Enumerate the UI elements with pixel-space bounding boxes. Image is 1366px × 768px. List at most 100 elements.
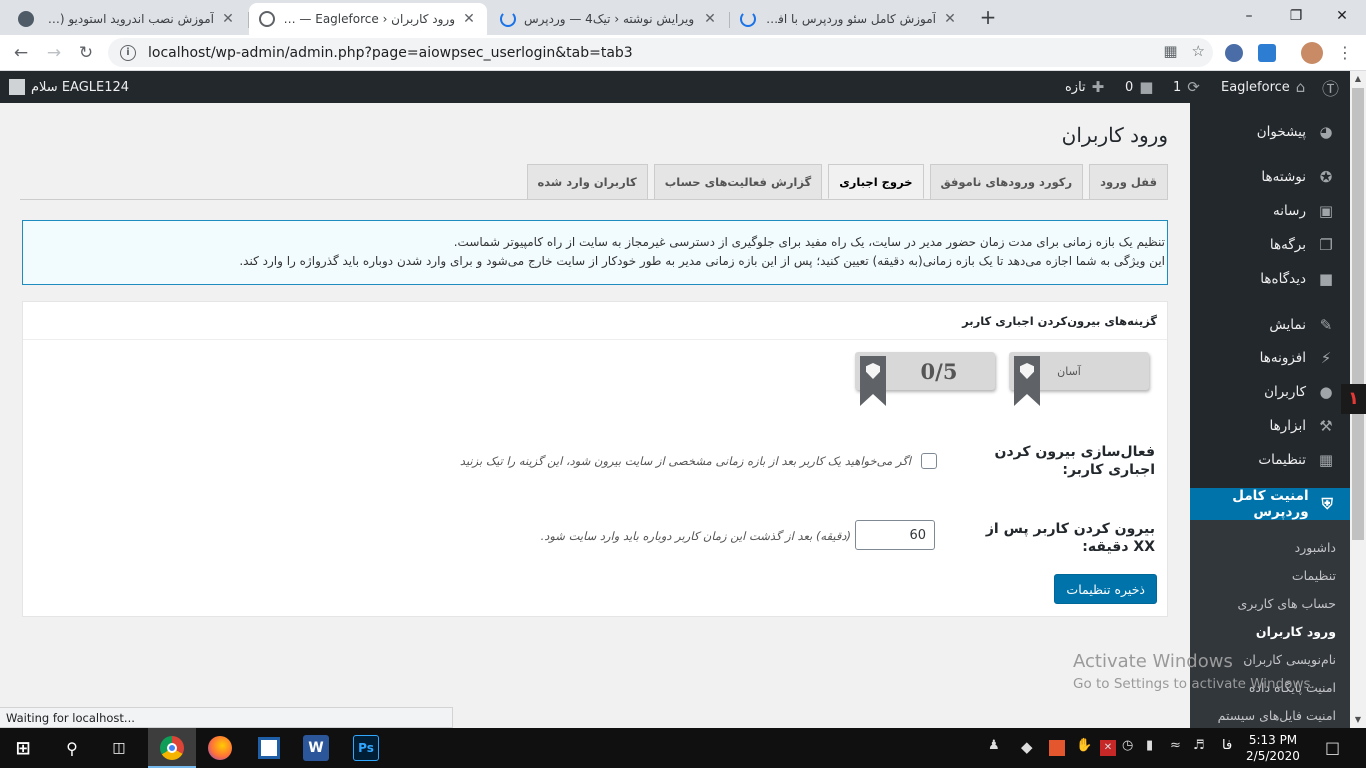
new-content[interactable]: تازه ✚	[1065, 71, 1104, 103]
wp-logo-link[interactable]: Ⓣ	[1322, 71, 1339, 103]
site-name-link[interactable]: Eagleforce ⌂	[1221, 71, 1305, 103]
terminal-icon[interactable]	[254, 733, 284, 763]
shield-ribbon-icon	[1014, 356, 1040, 406]
volume-icon[interactable]: ♬	[1193, 738, 1205, 753]
extension-download-icon[interactable]	[1258, 44, 1276, 62]
comments-count: 0	[1125, 79, 1134, 95]
new-tab-button[interactable]: +	[976, 6, 1000, 30]
close-icon[interactable]: ✕	[461, 11, 477, 27]
scroll-down-icon[interactable]: ▼	[1350, 712, 1366, 728]
translate-icon[interactable]: ▦	[1163, 42, 1177, 60]
tray-antivirus-icon[interactable]: ✕	[1100, 740, 1116, 756]
word-icon[interactable]: W	[303, 735, 329, 761]
taskbar-clock[interactable]: 5:13 PM 2/5/2020	[1243, 732, 1303, 764]
plus-icon: ✚	[1091, 78, 1105, 96]
people-icon[interactable]: ♟	[988, 738, 1000, 753]
pages-icon: ❐	[1319, 236, 1333, 254]
sidebar-item-label: پیشخوان	[1256, 124, 1306, 140]
tray-hand-icon[interactable]: ✋	[1076, 738, 1092, 753]
tab-title: ورود کاربران ‹ Eagleforce — وردپرس	[283, 12, 455, 26]
submenu-user-accounts[interactable]: حساب های کاربری	[1190, 589, 1350, 617]
maximize-icon[interactable]: ❐	[1276, 4, 1316, 28]
site-name: Eagleforce	[1221, 79, 1290, 95]
logout-minutes-desc: (دقیقه) بعد از گذشت این زمان کاربر دوبار…	[540, 529, 851, 543]
sidebar-item-pages[interactable]: ❐ برگه‌ها	[1190, 228, 1350, 262]
save-settings-button[interactable]: ذخیره تنظیمات	[1054, 574, 1157, 604]
submenu-user-login[interactable]: ورود کاربران	[1190, 617, 1350, 645]
my-account[interactable]: سلام EAGLE124	[9, 71, 129, 103]
sidebar-item-comments[interactable]: ■ دیدگاه‌ها	[1190, 262, 1350, 296]
logout-minutes-input[interactable]	[855, 520, 935, 550]
star-icon[interactable]: ☆	[1192, 42, 1205, 60]
dashboard-icon: ◕	[1319, 123, 1333, 141]
language-indicator[interactable]: فا	[1222, 738, 1232, 753]
sidebar-item-users[interactable]: ● کاربران	[1190, 375, 1350, 409]
windows-taskbar: ⊞ ⚲ ◫ W Ps ♟ ◆ ✋ ✕ ◷ ▮ ≈ ♬ فا 5:13 PM 2/…	[0, 728, 1366, 768]
sidebar-item-settings[interactable]: ▦ تنظیمات	[1190, 443, 1350, 477]
tab-account-activity-logs[interactable]: گزارش فعالیت‌های حساب	[653, 164, 823, 199]
tab-force-logout[interactable]: خروج اجباری	[828, 164, 924, 199]
comments-icon: ■	[1318, 270, 1334, 288]
close-icon[interactable]: ✕	[702, 11, 718, 27]
wordpress-logo-icon: Ⓣ	[1322, 79, 1339, 100]
browser-tab-1[interactable]: آموزش نصب اندروید استودیو (Studio ✕	[8, 3, 246, 35]
scroll-thumb[interactable]	[1352, 88, 1364, 540]
browser-tab-2[interactable]: ورود کاربران ‹ Eagleforce — وردپرس ✕	[249, 3, 487, 35]
sidebar-item-posts[interactable]: ✪ نوشته‌ها	[1190, 160, 1350, 194]
submenu-dashboard[interactable]: داشبورد	[1190, 533, 1350, 561]
reload-icon[interactable]: ↻	[74, 41, 98, 65]
search-icon[interactable]: ⚲	[57, 733, 87, 763]
sidebar-item-label: نوشته‌ها	[1261, 169, 1306, 185]
task-view-icon[interactable]: ◫	[104, 733, 134, 763]
scroll-up-icon[interactable]: ▲	[1350, 71, 1366, 87]
browser-tab-3[interactable]: ویرایش نوشته ‹ تیک4 — وردپرس ✕	[490, 3, 728, 35]
tray-app-icon[interactable]	[1049, 740, 1065, 756]
url-text[interactable]: localhost/wp-admin/admin.php?page=aiowps…	[148, 45, 633, 61]
submenu-filesystem-security[interactable]: امنیت فایل‌های سیستم	[1190, 701, 1350, 729]
battery-icon[interactable]: ▮	[1146, 738, 1153, 753]
submenu-settings[interactable]: تنظیمات	[1190, 561, 1350, 589]
tray-dropbox-icon[interactable]: ◆	[1021, 738, 1033, 756]
address-bar[interactable]: i localhost/wp-admin/admin.php?page=aiow…	[108, 38, 1213, 67]
plugins-icon: ⚡	[1320, 349, 1332, 367]
minimize-icon[interactable]: –	[1229, 4, 1269, 28]
info-icon[interactable]: i	[120, 44, 136, 61]
close-icon[interactable]: ✕	[942, 11, 958, 27]
wifi-icon[interactable]: ≈	[1170, 738, 1181, 753]
sidebar-item-plugins[interactable]: ⚡ افزونه‌ها	[1190, 341, 1350, 375]
chrome-icon[interactable]	[157, 733, 187, 763]
back-icon[interactable]: ←	[9, 41, 33, 65]
tabs-divider	[20, 199, 1168, 200]
logout-minutes-label: بیرون کردن کاربر پس از XX دقیقه:	[985, 521, 1155, 555]
tray-globe-icon[interactable]: ◷	[1122, 738, 1133, 753]
tab-failed-login-records[interactable]: رکورد ورودهای ناموفق	[929, 164, 1084, 199]
profile-avatar[interactable]	[1301, 42, 1323, 64]
enable-force-logout-checkbox[interactable]	[921, 453, 937, 469]
windows-start-icon[interactable]: ⊞	[8, 733, 38, 763]
sidebar-item-dashboard[interactable]: ◕ پیشخوان	[1190, 115, 1350, 149]
shield-icon: ⛨	[1321, 495, 1333, 513]
updates-count: 1	[1173, 79, 1182, 95]
sidebar-item-media[interactable]: ▣ رسانه	[1190, 194, 1350, 228]
close-icon[interactable]: ✕	[220, 11, 236, 27]
firefox-icon[interactable]	[205, 733, 235, 763]
sidebar-item-label: کاربران	[1264, 384, 1306, 400]
home-icon: ⌂	[1295, 78, 1306, 96]
comments-link[interactable]: 0 ■	[1125, 71, 1153, 103]
sidebar-item-tools[interactable]: ⚒ ابزارها	[1190, 409, 1350, 443]
browser-tab-4[interactable]: آموزش کامل سئو وردپرس با افزونه ✕	[730, 3, 968, 35]
window-close-icon[interactable]: ✕	[1322, 4, 1362, 28]
more-menu-icon[interactable]: ⋮	[1335, 41, 1355, 65]
force-logout-postbox: گزینه‌های بیرون‌کردن اجباری کاربر آسان 0…	[22, 301, 1168, 617]
tab-login-lockdown[interactable]: قفل ورود	[1089, 164, 1168, 199]
sidebar-item-label: دیدگاه‌ها	[1260, 271, 1306, 287]
sidebar-item-appearance[interactable]: ✎ نمایش	[1190, 308, 1350, 342]
sidebar-item-label: افزونه‌ها	[1259, 350, 1306, 366]
notifications-icon[interactable]: □	[1325, 738, 1340, 757]
tab-logged-in-users[interactable]: کاربران وارد شده	[526, 164, 648, 199]
photoshop-icon[interactable]: Ps	[353, 735, 379, 761]
forward-icon[interactable]: →	[42, 41, 66, 65]
sidebar-item-security[interactable]: ⛨ امنیت کامل وردپرس	[1190, 488, 1350, 520]
extension-globe-icon[interactable]	[1225, 44, 1243, 62]
updates-link[interactable]: 1 ⟳	[1173, 71, 1200, 103]
